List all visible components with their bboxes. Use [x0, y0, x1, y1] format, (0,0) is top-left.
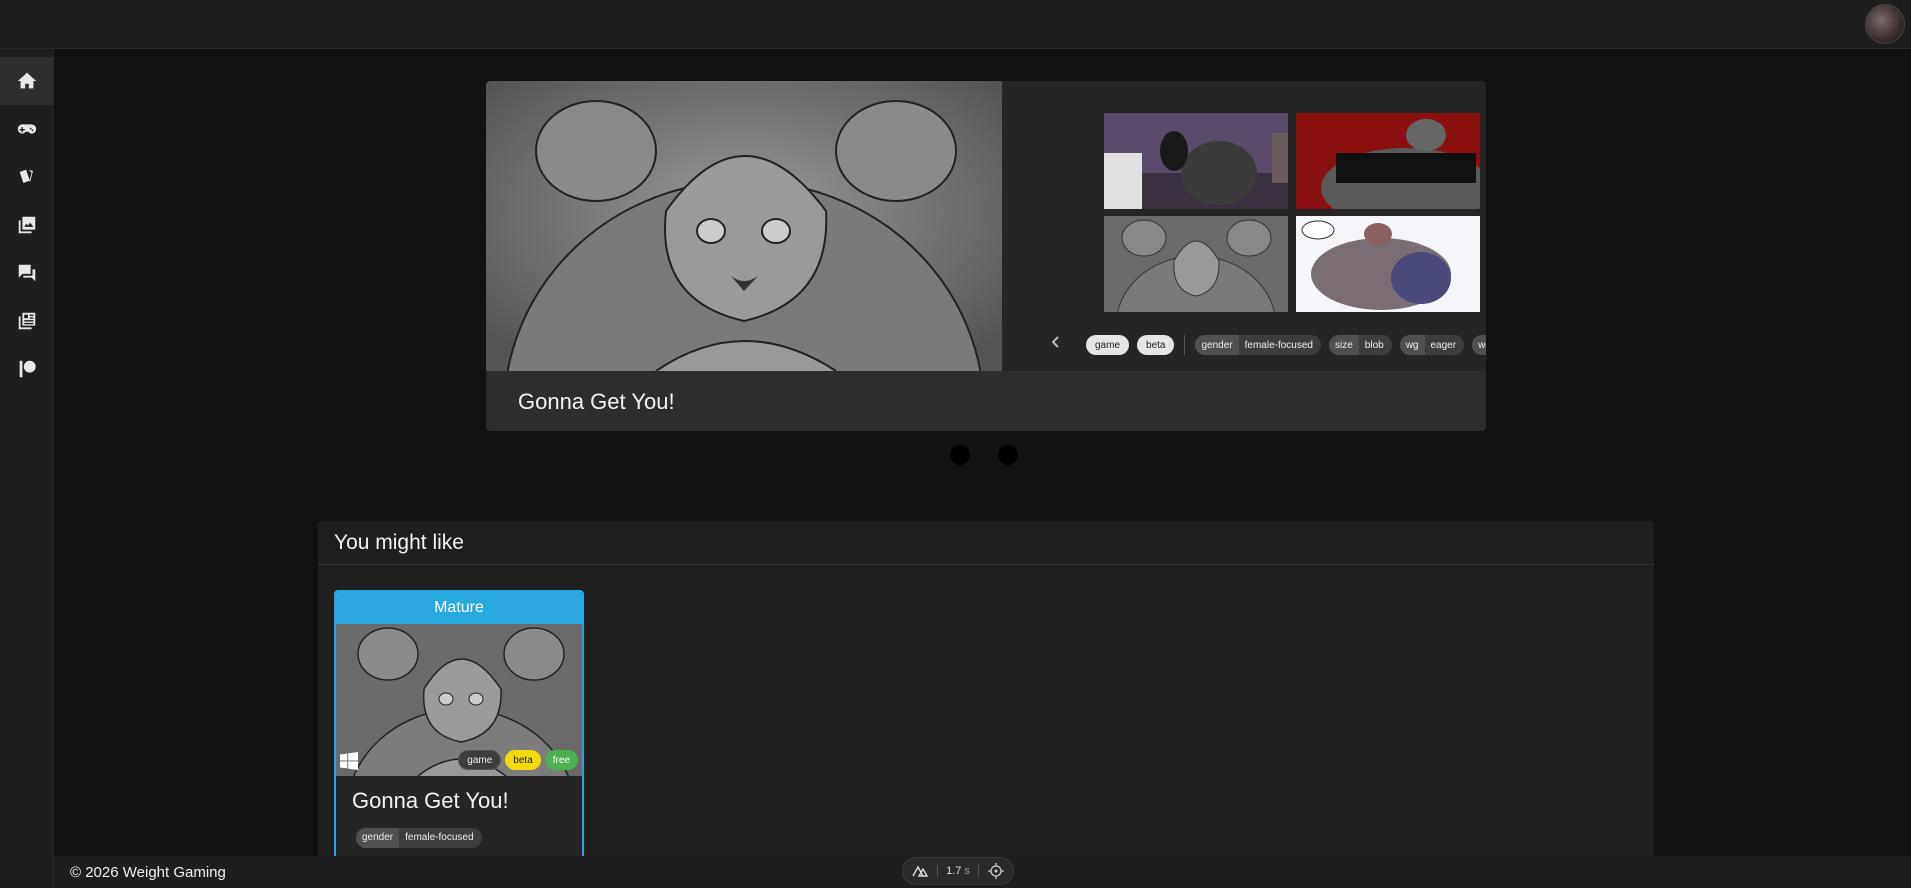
tag-key: wg — [1399, 335, 1425, 355]
recommendations-section: You might like Mature game beta free Gon… — [318, 521, 1654, 888]
tag-kv[interactable]: gender female-focused — [1195, 335, 1321, 355]
patreon-icon — [19, 360, 36, 378]
news-icon — [18, 312, 35, 330]
sidebar — [0, 49, 54, 888]
sidebar-item-games[interactable] — [0, 105, 53, 153]
tag-value: blob — [1364, 339, 1384, 351]
sidebar-item-gallery[interactable] — [0, 201, 53, 249]
tag-key: gender — [1195, 335, 1239, 355]
toolbar-divider — [936, 865, 938, 877]
sidebar-item-forum[interactable] — [0, 249, 53, 297]
forum-icon — [18, 264, 35, 282]
sidebar-item-news[interactable] — [0, 297, 53, 345]
mature-banner: Mature — [336, 592, 582, 624]
render-time-unit: s — [964, 865, 970, 877]
game-card[interactable]: Mature game beta free Gonna Get You! gen… — [334, 590, 584, 888]
tag-value: female-focused — [405, 832, 474, 843]
carousel-pagination — [950, 445, 1018, 465]
tag-key: gender — [356, 827, 400, 848]
tag-divider — [1184, 335, 1186, 355]
game-card-thumbnail[interactable]: game beta free — [336, 624, 582, 776]
game-card-title[interactable]: Gonna Get You! — [352, 788, 509, 814]
tags-scroll-left-button[interactable] — [1048, 334, 1064, 350]
chevron-left-icon — [1051, 336, 1059, 348]
tag-kv[interactable]: wg — [1472, 335, 1486, 355]
featured-thumbnail[interactable] — [1104, 113, 1288, 209]
tag-value: female-focused — [1244, 339, 1313, 351]
featured-title[interactable]: Gonna Get You! — [518, 389, 675, 415]
game-card-pills: game beta free — [458, 750, 578, 770]
tag-kv[interactable]: gender female-focused — [356, 827, 482, 848]
tag-key: size — [1329, 335, 1359, 355]
render-time: 1.7 s — [946, 865, 970, 877]
featured-thumbnail[interactable] — [1296, 113, 1480, 209]
featured-tags: game beta gender female-focused size blo… — [1086, 335, 1486, 355]
top-bar — [0, 0, 1911, 49]
tag-kv[interactable]: size blob — [1329, 335, 1392, 355]
featured-carousel[interactable]: game beta gender female-focused size blo… — [486, 81, 1486, 431]
user-avatar-icon[interactable] — [1865, 4, 1905, 44]
featured-main-image[interactable] — [486, 81, 1002, 431]
tag-key: wg — [1472, 335, 1486, 355]
render-time-value: 1.7 — [946, 865, 962, 877]
tag-kv[interactable]: wg eager — [1399, 335, 1465, 355]
nuxt-logo-icon — [912, 865, 928, 877]
gamepad-icon — [17, 124, 36, 134]
pill-game: game — [458, 750, 502, 770]
cards-icon — [19, 169, 33, 183]
pill-free: free — [544, 750, 578, 770]
crosshair-icon[interactable] — [987, 863, 1004, 879]
toolbar-divider — [978, 865, 980, 877]
home-icon — [17, 72, 36, 89]
sidebar-item-home[interactable] — [0, 57, 53, 105]
carousel-dot[interactable] — [950, 445, 970, 465]
tag-pill[interactable]: beta — [1137, 335, 1175, 355]
carousel-dot[interactable] — [998, 445, 1018, 465]
pill-beta: beta — [505, 750, 541, 770]
featured-thumbnail[interactable] — [1296, 216, 1480, 312]
dev-toolbar[interactable]: 1.7 s — [902, 857, 1014, 885]
game-card-tags: gender female-focused — [356, 827, 482, 848]
copyright-text: © 2026 Weight Gaming — [70, 864, 226, 881]
tag-pill[interactable]: game — [1086, 335, 1130, 355]
section-heading: You might like — [318, 521, 1654, 565]
tag-value: eager — [1430, 339, 1457, 351]
sidebar-item-patreon[interactable] — [0, 345, 53, 393]
windows-icon — [340, 752, 358, 770]
sidebar-item-cards[interactable] — [0, 153, 53, 201]
featured-thumbnail[interactable] — [1104, 216, 1288, 312]
gallery-icon — [18, 216, 35, 234]
